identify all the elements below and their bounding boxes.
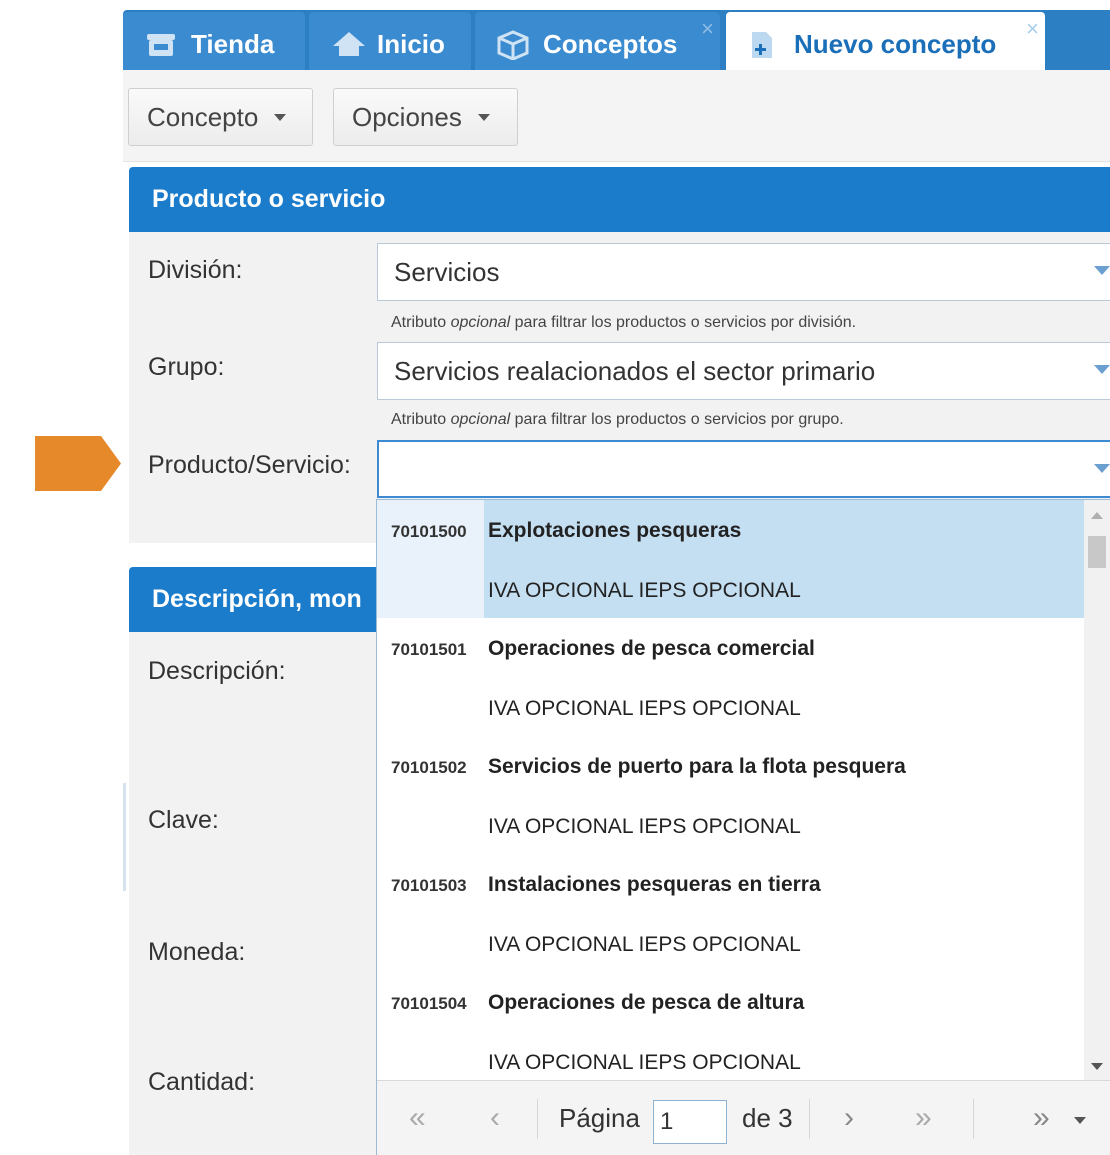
orange-pointer-arrow-icon xyxy=(35,436,121,491)
division-select[interactable]: Servicios xyxy=(377,243,1110,301)
close-icon[interactable]: × xyxy=(701,16,714,42)
next-page-button[interactable]: › xyxy=(844,1101,854,1135)
tab-label: Inicio xyxy=(377,28,445,59)
clave-label: Clave: xyxy=(148,806,219,834)
concepto-menu-button[interactable]: Concepto xyxy=(128,88,313,146)
more-options-button[interactable]: » xyxy=(1033,1101,1050,1135)
item-name: Servicios de puerto para la flota pesque… xyxy=(488,755,906,778)
list-item[interactable]: 70101502 Servicios de puerto para la flo… xyxy=(377,736,1084,854)
list-item[interactable]: 70101500 Explotaciones pesqueras IVA OPC… xyxy=(377,500,1084,618)
page-number-input[interactable] xyxy=(653,1100,727,1144)
scroll-up-icon[interactable] xyxy=(1091,512,1103,519)
item-name: Explotaciones pesqueras xyxy=(488,519,742,542)
item-tax: IVA OPCIONAL IEPS OPCIONAL xyxy=(488,579,801,602)
tab-bar: Tienda Inicio Conceptos × Nuevo concepto… xyxy=(123,6,1110,76)
dropdown-arrow-icon[interactable] xyxy=(1094,365,1110,374)
descripcion-label: Descripción: xyxy=(148,657,286,685)
first-page-button[interactable]: « xyxy=(409,1101,426,1135)
item-tax: IVA OPCIONAL IEPS OPCIONAL xyxy=(488,815,801,838)
cantidad-label: Cantidad: xyxy=(148,1068,256,1096)
item-tax: IVA OPCIONAL IEPS OPCIONAL xyxy=(488,933,801,956)
producto-servicio-label: Producto/Servicio: xyxy=(148,451,351,479)
home-icon xyxy=(331,30,365,58)
tab-inicio[interactable]: Inicio xyxy=(309,12,471,76)
panel-descripcion-header: Descripción, mon xyxy=(129,567,377,632)
box-icon xyxy=(497,30,529,61)
item-name: Instalaciones pesqueras en tierra xyxy=(488,873,821,896)
grupo-label: Grupo: xyxy=(148,353,225,381)
producto-servicio-dropdown: 70101500 Explotaciones pesqueras IVA OPC… xyxy=(376,499,1110,1155)
producto-servicio-input[interactable] xyxy=(377,440,1110,498)
store-icon xyxy=(145,30,177,58)
list-item[interactable]: 70101503 Instalaciones pesqueras en tier… xyxy=(377,854,1084,972)
chevron-down-icon xyxy=(274,113,287,121)
opciones-menu-button[interactable]: Opciones xyxy=(333,88,518,146)
item-code: 70101504 xyxy=(391,994,467,1013)
tab-label: Tienda xyxy=(191,28,275,59)
item-name: Operaciones de pesca de altura xyxy=(488,991,805,1014)
dropdown-list: 70101500 Explotaciones pesqueras IVA OPC… xyxy=(377,500,1084,1080)
page-label: Página xyxy=(559,1103,640,1133)
item-code: 70101501 xyxy=(391,640,467,659)
scrollbar-thumb[interactable] xyxy=(1088,536,1106,568)
item-tax: IVA OPCIONAL IEPS OPCIONAL xyxy=(488,697,801,720)
page-count-label: de 3 xyxy=(742,1103,793,1133)
pagination-toolbar: « ‹ Página de 3 › » » xyxy=(377,1080,1110,1155)
panel-producto-header: Producto o servicio xyxy=(129,167,1110,232)
item-code: 70101500 xyxy=(391,522,467,541)
division-hint: Atributo opcional para filtrar los produ… xyxy=(391,314,857,331)
last-page-button[interactable]: » xyxy=(915,1101,932,1135)
item-code: 70101502 xyxy=(391,758,467,777)
grupo-select[interactable]: Servicios realacionados el sector primar… xyxy=(377,342,1110,400)
chevron-down-icon[interactable] xyxy=(1074,1117,1086,1124)
dropdown-arrow-icon[interactable] xyxy=(1094,464,1110,473)
tab-tienda[interactable]: Tienda xyxy=(123,12,305,76)
toolbar: Concepto Opciones xyxy=(123,70,1110,162)
close-icon[interactable]: × xyxy=(1026,16,1039,42)
item-name: Operaciones de pesca comercial xyxy=(488,637,815,660)
scroll-down-icon[interactable] xyxy=(1091,1063,1103,1070)
new-document-icon xyxy=(748,30,780,58)
prev-page-button[interactable]: ‹ xyxy=(490,1101,500,1135)
list-item[interactable]: 70101501 Operaciones de pesca comercial … xyxy=(377,618,1084,736)
division-label: División: xyxy=(148,256,243,284)
tab-label: Conceptos xyxy=(543,28,678,59)
tab-label: Nuevo concepto xyxy=(794,28,997,59)
panel-title: Producto o servicio xyxy=(152,185,386,213)
chevron-down-icon xyxy=(477,113,490,121)
grupo-hint: Atributo opcional para filtrar los produ… xyxy=(391,411,844,428)
item-code: 70101503 xyxy=(391,876,467,895)
moneda-label: Moneda: xyxy=(148,938,246,966)
tab-nuevo-concepto[interactable]: Nuevo concepto × xyxy=(726,12,1045,76)
item-tax: IVA OPCIONAL IEPS OPCIONAL xyxy=(488,1051,801,1074)
panel-title: Descripción, mon xyxy=(152,585,362,613)
tab-conceptos[interactable]: Conceptos × xyxy=(475,12,720,76)
dropdown-scrollbar[interactable] xyxy=(1084,500,1110,1080)
dropdown-arrow-icon[interactable] xyxy=(1094,266,1110,275)
list-item[interactable]: 70101504 Operaciones de pesca de altura … xyxy=(377,972,1084,1080)
